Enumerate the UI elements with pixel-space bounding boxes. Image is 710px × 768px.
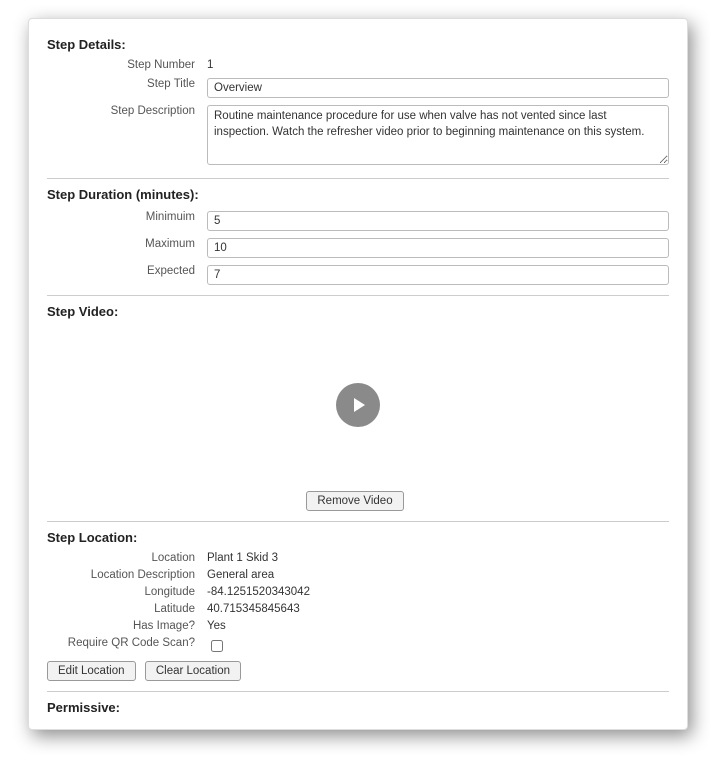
video-preview-area	[47, 325, 669, 485]
label-has-image: Has Image?	[47, 619, 207, 632]
row-step-description: Step Description	[47, 102, 669, 168]
label-step-number: Step Number	[47, 58, 207, 71]
play-button[interactable]	[336, 383, 380, 427]
divider	[47, 691, 669, 692]
play-icon	[348, 395, 368, 415]
section-title-duration: Step Duration (minutes):	[47, 187, 669, 202]
label-location: Location	[47, 551, 207, 564]
row-expected: Expected	[47, 262, 669, 285]
label-expected: Expected	[47, 262, 207, 277]
divider	[47, 521, 669, 522]
location-button-row: Edit Location Clear Location	[47, 661, 669, 681]
maximum-input[interactable]	[207, 238, 669, 258]
section-title-permissive: Permissive:	[47, 700, 669, 715]
row-location-description: Location Description General area	[47, 568, 669, 581]
row-has-image: Has Image? Yes	[47, 619, 669, 632]
require-qr-checkbox[interactable]	[211, 640, 223, 652]
row-require-qr: Require QR Code Scan?	[47, 636, 669, 655]
row-step-number: Step Number 1	[47, 58, 669, 71]
step-details-block: Step Number 1 Step Title Step Descriptio…	[47, 58, 669, 168]
value-has-image: Yes	[207, 619, 669, 632]
minimum-input[interactable]	[207, 211, 669, 231]
label-step-description: Step Description	[47, 102, 207, 117]
value-step-number: 1	[207, 58, 669, 71]
value-latitude: 40.715345845643	[207, 602, 669, 615]
label-step-title: Step Title	[47, 75, 207, 90]
label-minimum: Minimuim	[47, 208, 207, 223]
step-description-textarea[interactable]	[207, 105, 669, 165]
step-location-block: Location Plant 1 Skid 3 Location Descrip…	[47, 551, 669, 655]
label-location-description: Location Description	[47, 568, 207, 581]
step-duration-block: Minimuim Maximum Expected	[47, 208, 669, 285]
label-longitude: Longitude	[47, 585, 207, 598]
label-maximum: Maximum	[47, 235, 207, 250]
row-latitude: Latitude 40.715345845643	[47, 602, 669, 615]
video-button-row: Remove Video	[47, 491, 669, 511]
value-location: Plant 1 Skid 3	[207, 551, 669, 564]
divider	[47, 295, 669, 296]
step-title-input[interactable]	[207, 78, 669, 98]
remove-video-button[interactable]: Remove Video	[306, 491, 403, 511]
label-require-qr: Require QR Code Scan?	[47, 636, 207, 649]
row-step-title: Step Title	[47, 75, 669, 98]
row-minimum: Minimuim	[47, 208, 669, 231]
section-title-location: Step Location:	[47, 530, 669, 545]
clear-location-button[interactable]: Clear Location	[145, 661, 241, 681]
edit-location-button[interactable]: Edit Location	[47, 661, 136, 681]
label-latitude: Latitude	[47, 602, 207, 615]
divider	[47, 178, 669, 179]
row-maximum: Maximum	[47, 235, 669, 258]
step-form-card: Step Details: Step Number 1 Step Title S…	[28, 18, 688, 730]
row-longitude: Longitude -84.1251520343042	[47, 585, 669, 598]
row-location: Location Plant 1 Skid 3	[47, 551, 669, 564]
section-title-video: Step Video:	[47, 304, 669, 319]
expected-input[interactable]	[207, 265, 669, 285]
value-location-description: General area	[207, 568, 669, 581]
value-longitude: -84.1251520343042	[207, 585, 669, 598]
section-title-details: Step Details:	[47, 37, 669, 52]
